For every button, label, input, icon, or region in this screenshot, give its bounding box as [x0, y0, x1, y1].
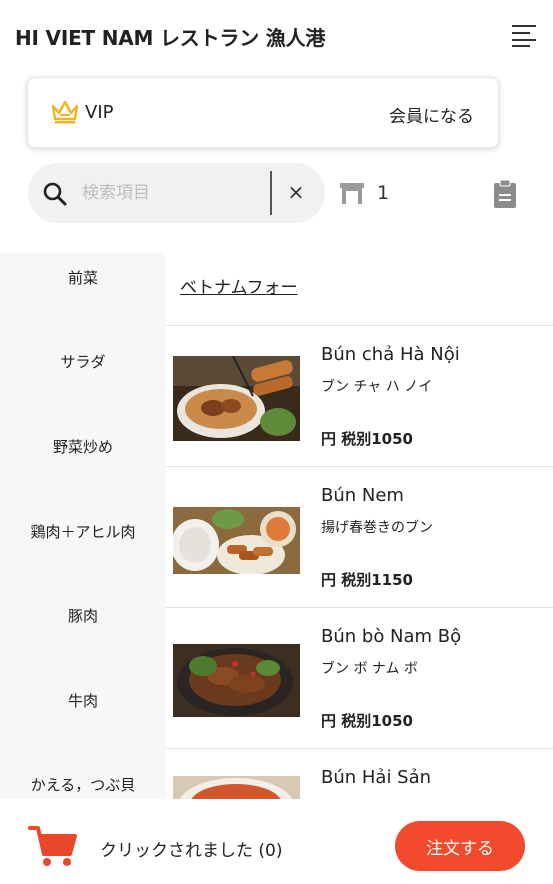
dish-subtitle: ブン チャ ハ ノイ [321, 379, 433, 395]
category-item[interactable]: 牛肉 [0, 690, 166, 711]
menu-list: ベトナムフォー Bún chả Hà Nội ブン チャ ハ ノイ 円 税别10… [166, 253, 553, 799]
dish-price: 円 税别1050 [321, 430, 413, 448]
table-icon [340, 183, 364, 204]
cart-icon[interactable] [28, 824, 78, 868]
menu-item[interactable]: Bún bò Nam Bộ ブン ボ ナム ボ 円 税别1050 [166, 608, 553, 748]
dish-price: 円 税别1150 [321, 571, 413, 589]
clear-search-button[interactable]: × [283, 179, 309, 205]
dish-name: Bún chả Hà Nội [321, 344, 460, 365]
page-title: HI VIET NAM レストラン 漁人港 [15, 26, 326, 50]
category-item[interactable]: 豚肉 [0, 605, 166, 626]
table-number: 1 [377, 182, 390, 204]
category-item[interactable]: かえる，つぶ貝 [0, 774, 166, 795]
search-icon [43, 182, 67, 206]
cart-count-label: クリックされました (0) [100, 841, 283, 861]
cart-footer: クリックされました (0) 注文する [0, 799, 553, 884]
vip-label: VIP [85, 102, 114, 123]
dish-image [173, 644, 300, 717]
dish-name: Bún Nem [321, 485, 404, 506]
app-header: HI VIET NAM レストラン 漁人港 [0, 0, 553, 70]
search-bar: × [28, 163, 325, 223]
category-item[interactable]: 野菜炒め [0, 436, 166, 457]
menu-item[interactable]: Bún Hải Sản [166, 749, 553, 799]
category-sidebar: 前菜 サラダ 野菜炒め 鶏肉＋アヒル肉 豚肉 牛肉 かえる，つぶ貝 [0, 253, 166, 799]
category-item[interactable]: 鶏肉＋アヒル肉 [0, 521, 166, 542]
crown-icon [51, 100, 79, 124]
order-button[interactable]: 注文する [395, 821, 525, 871]
dish-image [173, 507, 300, 574]
dish-name: Bún bò Nam Bộ [321, 626, 462, 647]
dish-image [173, 356, 300, 441]
category-item[interactable]: サラダ [0, 351, 166, 372]
menu-item[interactable]: Bún chả Hà Nội ブン チャ ハ ノイ 円 税别1050 [166, 326, 553, 466]
search-divider [270, 171, 272, 215]
order-list-icon[interactable] [493, 179, 517, 209]
section-title[interactable]: ベトナムフォー [180, 273, 297, 298]
menu-item[interactable]: Bún Nem 揚げ春巻きのブン 円 税别1150 [166, 467, 553, 607]
vip-membership-card[interactable]: VIP 会員になる [27, 77, 499, 148]
search-input[interactable] [82, 177, 262, 209]
menu-icon[interactable] [510, 22, 538, 48]
category-item[interactable]: 前菜 [0, 267, 166, 288]
dish-subtitle: ブン ボ ナム ボ [321, 661, 418, 677]
dish-name: Bún Hải Sản [321, 767, 432, 788]
dish-image [173, 776, 300, 799]
dish-price: 円 税别1050 [321, 712, 413, 730]
join-membership-link[interactable]: 会員になる [389, 102, 474, 127]
dish-subtitle: 揚げ春巻きのブン [321, 520, 433, 536]
